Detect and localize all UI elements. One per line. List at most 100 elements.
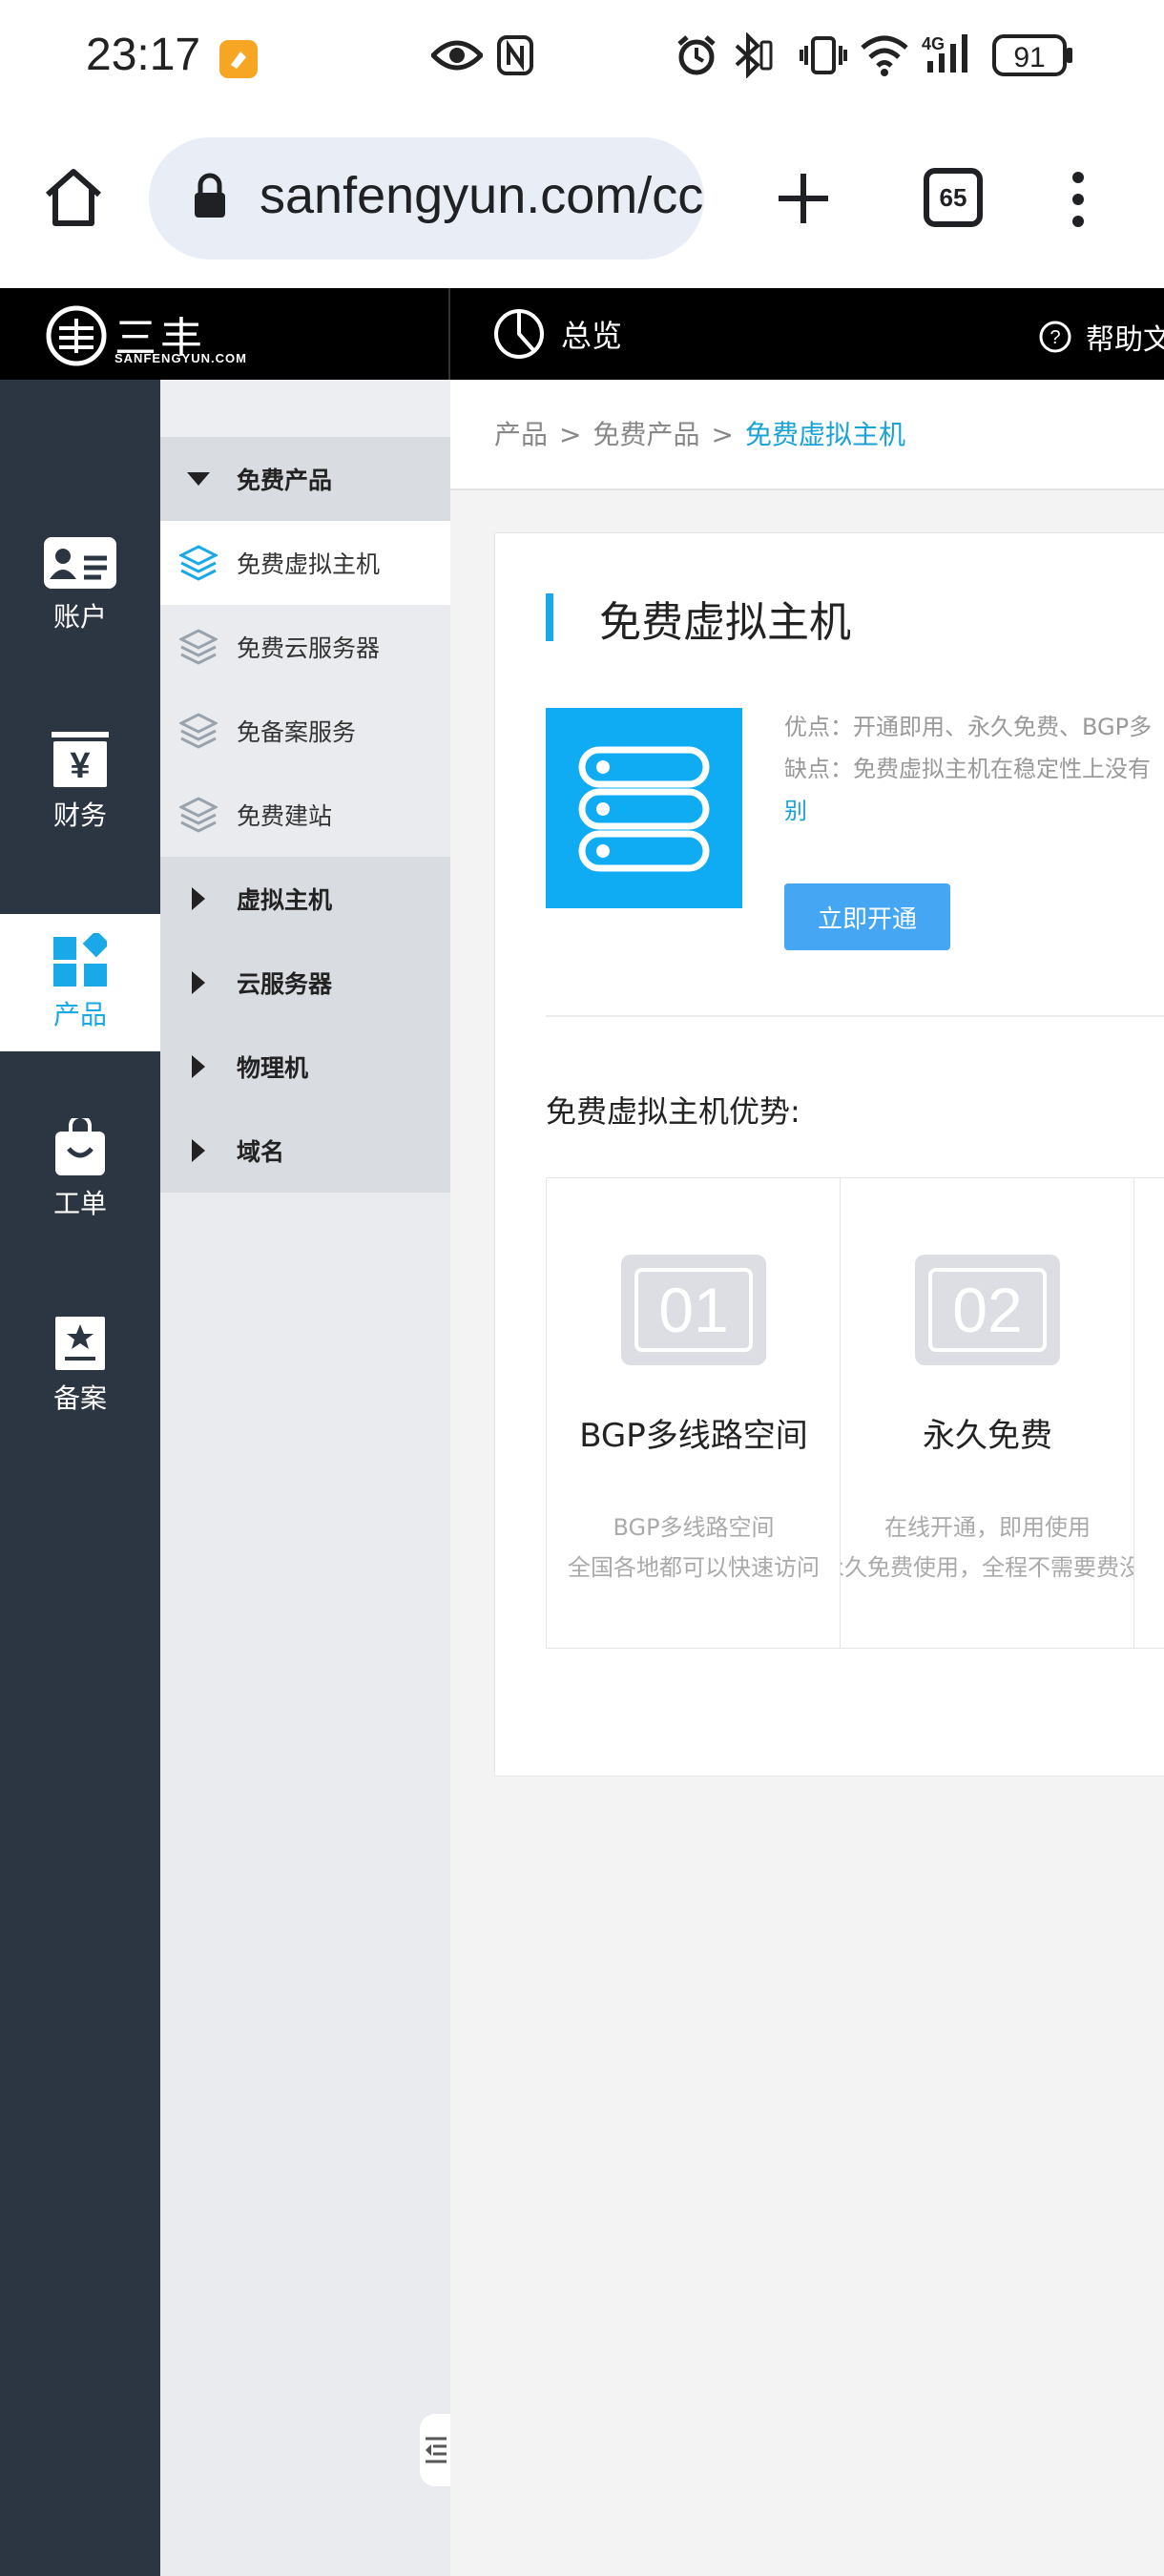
- secondary-nav: 免费产品 免费虚拟主机 免费云服务器 免备案服务 免费建站 虚拟主机 云服务器 …: [160, 380, 450, 2576]
- submenu-label: 免费产品: [237, 467, 333, 494]
- feature-number: 02: [928, 1268, 1047, 1352]
- nav-label: 产品: [52, 999, 107, 1030]
- features-grid: 01 BGP多线路空间 BGP多线路空间 全国各地都可以快速访问 02 永久免费…: [546, 1177, 1164, 1649]
- feature-number-badge: 01: [621, 1255, 766, 1365]
- battery-icon: 91: [992, 34, 1074, 80]
- collapse-sidebar-button[interactable]: [420, 2414, 450, 2486]
- eye-icon: [429, 36, 485, 78]
- logo-mark-icon: [46, 305, 107, 366]
- submenu-group-physical[interactable]: 物理机: [160, 1025, 450, 1109]
- nav-item-product[interactable]: 产品: [0, 914, 160, 1051]
- overview-link[interactable]: 总览: [492, 305, 622, 363]
- feature-number-badge: 02: [915, 1255, 1060, 1365]
- breadcrumb-current: 免费虚拟主机: [744, 419, 905, 450]
- plus-icon[interactable]: [775, 170, 832, 231]
- advantages-title: 免费虚拟主机优势:: [546, 1093, 800, 1130]
- help-link[interactable]: ? 帮助文: [1038, 313, 1164, 361]
- layers-icon: [160, 629, 237, 665]
- product-grid-icon: [53, 933, 107, 987]
- submenu-group-domain[interactable]: 域名: [160, 1109, 450, 1193]
- nav-item-ticket[interactable]: 工单: [0, 1101, 160, 1238]
- submenu-group-cloud-server[interactable]: 云服务器: [160, 941, 450, 1025]
- svg-text:4G: 4G: [922, 34, 945, 53]
- submenu-label: 免费云服务器: [237, 634, 381, 662]
- breadcrumb-item[interactable]: 产品: [494, 419, 548, 450]
- page-title: 免费虚拟主机: [599, 598, 851, 647]
- tabs-icon[interactable]: 65: [924, 168, 983, 227]
- submenu-top-spacer: [160, 380, 450, 437]
- submenu-label: 虚拟主机: [237, 886, 333, 914]
- nav-item-account[interactable]: 账户: [0, 517, 160, 654]
- submenu-label: 免费建站: [237, 802, 333, 830]
- submenu-label: 免备案服务: [237, 718, 357, 746]
- nav-item-finance[interactable]: ¥ 财务: [0, 714, 160, 851]
- tab-count: 65: [939, 182, 967, 212]
- logo-subtext: SANFENGYUN.COM: [114, 351, 247, 365]
- layers-icon: [160, 713, 237, 749]
- svg-text:91: 91: [1013, 42, 1045, 73]
- nav-label: 工单: [52, 1188, 107, 1219]
- feature-desc: 永久免费使用，全程不需要费没有: [841, 1554, 1134, 1581]
- header-divider: [448, 288, 450, 380]
- feature-desc: BGP多线路空间: [613, 1514, 775, 1541]
- caret-right-icon: [160, 1055, 237, 1078]
- product-desc-link[interactable]: 别: [784, 792, 807, 825]
- feature-card-partial: [1133, 1178, 1164, 1648]
- submenu-item-free-site-builder[interactable]: 免费建站: [160, 773, 450, 857]
- svg-text:¥: ¥: [70, 746, 90, 786]
- url-text: sanfengyun.com/cc: [260, 167, 704, 224]
- caret-right-icon: [160, 1139, 237, 1162]
- server-icon: [546, 708, 742, 908]
- nav-label: 备案: [52, 1382, 107, 1414]
- submenu-item-free-vhost[interactable]: 免费虚拟主机: [160, 521, 450, 605]
- nav-item-record[interactable]: 备案: [0, 1298, 160, 1435]
- collapse-icon: [426, 2437, 447, 2463]
- product-cons: 缺点：免费虚拟主机在稳定性上没有: [784, 756, 1151, 782]
- status-bar: 23:17 4G 91: [0, 0, 1164, 113]
- submenu-label: 云服务器: [237, 970, 333, 998]
- open-now-button[interactable]: 立即开通: [784, 883, 950, 950]
- more-vert-icon[interactable]: [1067, 170, 1090, 233]
- submenu-item-no-record-service[interactable]: 免备案服务: [160, 689, 450, 773]
- caret-right-icon: [160, 971, 237, 994]
- feature-number: 01: [634, 1268, 753, 1352]
- bluetooth-icon: [731, 31, 773, 82]
- feature-card: 01 BGP多线路空间 BGP多线路空间 全国各地都可以快速访问: [546, 1178, 841, 1648]
- account-card-icon: [44, 537, 116, 589]
- breadcrumb-separator: >: [559, 419, 582, 450]
- url-bar[interactable]: sanfengyun.com/cc: [149, 137, 704, 260]
- primary-nav: 账户 ¥ 财务 产品 工单 备案: [0, 380, 160, 2576]
- layers-icon: [160, 545, 237, 581]
- home-icon[interactable]: [42, 166, 105, 233]
- submenu-label: 域名: [237, 1138, 285, 1166]
- breadcrumb-separator: >: [711, 419, 734, 450]
- feature-card: 02 永久免费 在线开通，即用使用 永久免费使用，全程不需要费没有: [840, 1178, 1134, 1648]
- vibrate-icon: [800, 34, 847, 80]
- app-notification-icon: [219, 40, 258, 82]
- nfc-icon: [496, 34, 534, 80]
- feature-desc: 全国各地都可以快速访问: [568, 1554, 820, 1581]
- nav-label: 财务: [52, 800, 107, 831]
- breadcrumb: 产品 > 免费产品 > 免费虚拟主机: [494, 414, 905, 452]
- record-star-icon: [55, 1317, 105, 1370]
- svg-text:?: ?: [1050, 327, 1060, 348]
- caret-down-icon: [160, 472, 237, 486]
- yen-icon: ¥: [52, 732, 109, 787]
- overview-label: 总览: [561, 318, 623, 354]
- submenu-group-vhost[interactable]: 虚拟主机: [160, 857, 450, 941]
- feature-name: 永久免费: [923, 1417, 1052, 1455]
- breadcrumb-bar: 产品 > 免费产品 > 免费虚拟主机: [450, 380, 1164, 490]
- feature-name: BGP多线路空间: [579, 1417, 808, 1455]
- submenu-item-free-cloud-server[interactable]: 免费云服务器: [160, 605, 450, 689]
- breadcrumb-item[interactable]: 免费产品: [592, 419, 699, 450]
- ticket-bag-icon: [55, 1118, 105, 1175]
- logo[interactable]: 三丰云 SANFENGYUN.COM: [46, 301, 247, 423]
- feature-desc: 在线开通，即用使用: [884, 1514, 1091, 1541]
- browser-toolbar: sanfengyun.com/cc 65: [0, 113, 1164, 288]
- wifi-icon: [859, 32, 910, 80]
- cellular-signal-icon: 4G: [922, 31, 977, 80]
- app-header: 三丰云 SANFENGYUN.COM 总览 ? 帮助文: [0, 288, 1164, 423]
- submenu-group-free-products[interactable]: 免费产品: [160, 437, 450, 521]
- caret-right-icon: [160, 887, 237, 910]
- product-pros: 优点：开通即用、永久免费、BGP多: [784, 714, 1153, 740]
